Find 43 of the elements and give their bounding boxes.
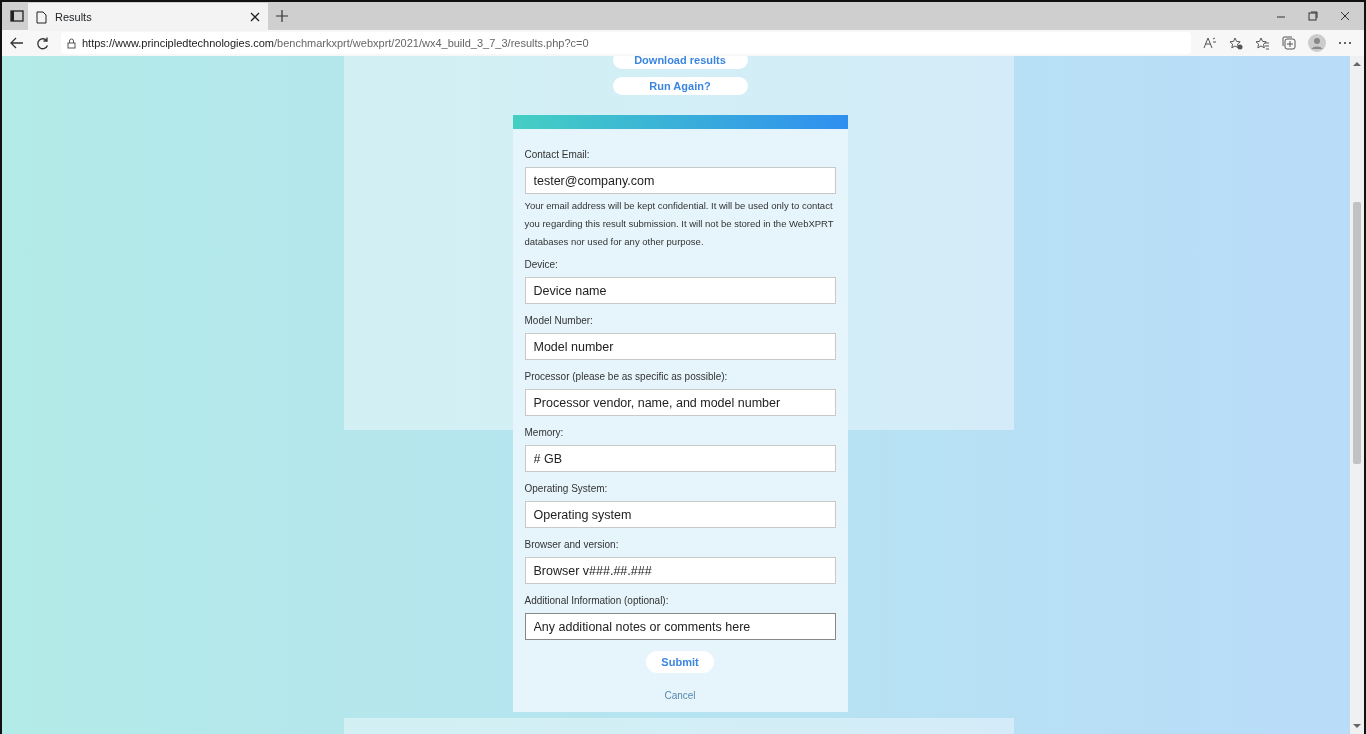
field-label: Additional Information (optional): [524,594,670,608]
input-field[interactable]: Processor vendor, name, and model number [524,389,836,416]
field-label: Operating System: [524,482,609,496]
input-field[interactable]: Model number [524,333,836,360]
favorites-icon[interactable] [1255,36,1270,50]
field-label: Device: [524,258,559,272]
collections-icon[interactable] [1282,36,1296,50]
tab-title: Results [55,9,93,25]
field-label: Processor (please be as specific as possible): [524,370,729,384]
scroll-down-icon[interactable] [1353,722,1361,730]
lock-icon [67,37,76,49]
action-button[interactable]: Download results [612,56,748,69]
close-icon[interactable] [1340,11,1350,21]
input-field[interactable]: # GB [524,445,836,472]
refresh-icon[interactable] [36,36,49,50]
field-label: Browser and version: [524,538,620,552]
page-icon [36,10,47,24]
input-field[interactable]: Operating system [524,501,836,528]
input-field[interactable]: tester@company.com [524,167,836,194]
star-add-icon[interactable] [1229,36,1243,50]
input-field[interactable]: Any additional notes or comments here [524,613,836,640]
close-icon[interactable] [250,12,260,22]
restore-icon[interactable] [1308,11,1318,21]
read-aloud-icon[interactable] [1203,37,1217,49]
profile-avatar-icon[interactable] [1308,34,1326,52]
back-icon[interactable] [10,37,24,49]
submit-button[interactable]: Submit [646,651,714,674]
address-bar[interactable]: https://www.principledtechnologies.com/benchmarkxprt/webxprt/2021/wx4_build_3_7_3/results.php?c=0 [61,32,1191,54]
browser-tab[interactable]: Results [28,3,268,31]
field-label: Model Number: [524,314,594,328]
tab-actions-icon[interactable] [10,10,24,22]
privacy-note: Your email address will be kept confidential. It will be used only to contact you regarding this result submission. It will not be stored in the WebXPRT databases nor used for any other purpose. [524,199,835,249]
input-field[interactable]: Device name [524,277,836,304]
new-tab-icon[interactable] [276,10,288,22]
cancel-link[interactable]: Cancel [664,690,696,702]
field-label: Contact Email: [524,148,591,162]
scrollbar-thumb[interactable] [1353,202,1361,464]
url-text: https://www.principledtechnologies.com/benchmarkxprt/webxprt/2021/wx4_build_3_7_3/results.php?c=0 [82,35,589,51]
action-button[interactable]: Run Again? [612,77,748,95]
scroll-up-icon[interactable] [1353,60,1361,68]
field-label: Memory: [524,426,565,440]
input-field[interactable]: Browser v###.##.### [524,557,836,584]
more-icon[interactable] [1338,41,1352,45]
